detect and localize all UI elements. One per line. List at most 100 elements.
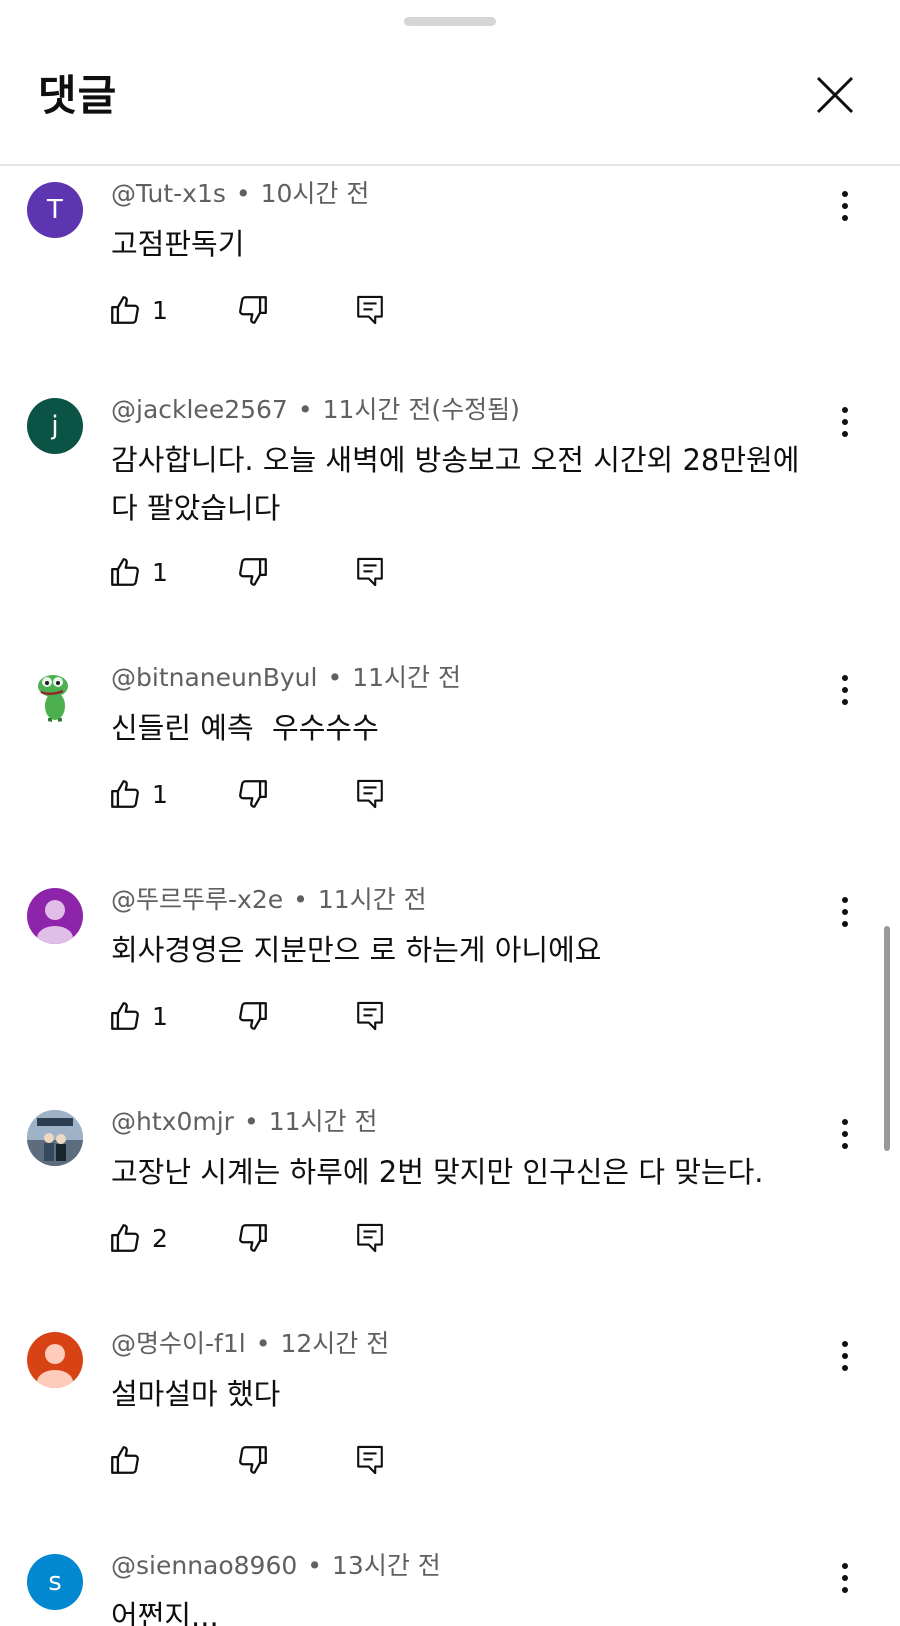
comments-sheet: 댓글 T @Tut-x1s • 10시간 전 고점판독기 1 j @jackle…	[0, 0, 900, 1626]
thumbs-up-icon	[111, 558, 139, 586]
like-button[interactable]: 2	[108, 1216, 168, 1260]
default-user-icon	[37, 900, 73, 944]
default-user-icon	[37, 1344, 73, 1388]
dislike-button[interactable]	[236, 1216, 270, 1260]
avatar[interactable]: T	[27, 182, 83, 238]
author-name[interactable]: @뚜르뚜루-x2e	[111, 885, 283, 914]
more-options-button[interactable]	[830, 890, 860, 934]
separator-dot: •	[235, 179, 251, 208]
comment-time[interactable]: 11시간 전(수정됨)	[323, 395, 520, 424]
dislike-button[interactable]	[236, 994, 270, 1038]
like-button[interactable]: 1	[108, 994, 168, 1038]
like-button[interactable]: 1	[108, 772, 168, 816]
frog-avatar-icon	[38, 675, 68, 722]
author-name[interactable]: @bitnaneunByul	[111, 663, 317, 692]
comment-time[interactable]: 12시간 전	[280, 1329, 389, 1358]
close-icon	[816, 76, 854, 114]
avatar[interactable]	[27, 1110, 83, 1166]
comment-text: 고점판독기	[111, 227, 245, 261]
comment-meta: @뚜르뚜루-x2e • 11시간 전	[111, 882, 427, 918]
separator-dot: •	[297, 395, 313, 424]
dislike-button[interactable]	[236, 1438, 270, 1482]
comment-time[interactable]: 11시간 전	[318, 885, 427, 914]
reply-button[interactable]	[354, 1438, 386, 1482]
avatar[interactable]: j	[27, 398, 83, 454]
thumbs-up-icon	[111, 1002, 139, 1030]
reply-icon	[357, 557, 383, 587]
comment-time[interactable]: 13시간 전	[332, 1551, 441, 1580]
thumbs-down-icon	[239, 1446, 267, 1474]
comment-text: 설마설마 했다	[111, 1377, 281, 1411]
thumbs-down-icon	[239, 296, 267, 324]
like-count: 1	[152, 557, 168, 587]
author-name[interactable]: @명수이-f1l	[111, 1329, 246, 1358]
reply-button[interactable]	[354, 994, 386, 1038]
like-button[interactable]: 1	[108, 288, 168, 332]
like-count: 1	[152, 779, 168, 809]
reply-button[interactable]	[354, 1216, 386, 1260]
more-options-button[interactable]	[830, 1334, 860, 1378]
comment-time[interactable]: 10시간 전	[261, 179, 370, 208]
comments-header: 댓글	[0, 0, 900, 166]
reply-icon	[357, 1001, 383, 1031]
dislike-button[interactable]	[236, 288, 270, 332]
reply-button[interactable]	[354, 772, 386, 816]
photo-avatar-icon	[27, 1110, 83, 1166]
dislike-button[interactable]	[236, 772, 270, 816]
page-title: 댓글	[38, 71, 118, 120]
like-count: 1	[152, 295, 168, 325]
separator-dot: •	[307, 1551, 323, 1580]
more-options-button[interactable]	[830, 400, 860, 444]
avatar[interactable]	[27, 1332, 83, 1388]
like-button[interactable]	[108, 1438, 152, 1482]
reply-icon	[357, 1223, 383, 1253]
thumbs-up-icon	[111, 1224, 139, 1252]
reply-icon	[357, 1445, 383, 1475]
like-count: 1	[152, 1001, 168, 1031]
author-name[interactable]: @siennao8960	[111, 1551, 297, 1580]
comment-meta: @htx0mjr • 11시간 전	[111, 1104, 377, 1140]
comment-text: 어쩐지...	[111, 1599, 219, 1626]
thumbs-up-icon	[111, 780, 139, 808]
reply-button[interactable]	[354, 550, 386, 594]
close-button[interactable]	[812, 72, 858, 118]
more-options-button[interactable]	[830, 1112, 860, 1156]
separator-dot: •	[327, 663, 343, 692]
comment-meta: @siennao8960 • 13시간 전	[111, 1548, 441, 1584]
thumbs-down-icon	[239, 780, 267, 808]
author-name[interactable]: @htx0mjr	[111, 1107, 234, 1136]
comment-text: 회사경영은 지분만으 로 하는게 아니에요	[111, 933, 602, 967]
author-name[interactable]: @Tut-x1s	[111, 179, 226, 208]
avatar[interactable]: s	[27, 1554, 83, 1610]
comment-time[interactable]: 11시간 전	[269, 1107, 378, 1136]
thumbs-down-icon	[239, 558, 267, 586]
comment-text: 감사합니다. 오늘 새벽에 방송보고 오전 시간외 28만원에 다 팔았습니다	[111, 443, 800, 525]
avatar-letter: T	[47, 195, 63, 225]
thumbs-down-icon	[239, 1224, 267, 1252]
dislike-button[interactable]	[236, 550, 270, 594]
comment-time[interactable]: 11시간 전	[352, 663, 461, 692]
separator-dot: •	[243, 1107, 259, 1136]
comment-meta: @Tut-x1s • 10시간 전	[111, 176, 369, 212]
scrollbar-thumb[interactable]	[884, 926, 890, 1151]
avatar[interactable]	[27, 888, 83, 944]
separator-dot: •	[255, 1329, 271, 1358]
comment-list: T @Tut-x1s • 10시간 전 고점판독기 1 j @jacklee25…	[0, 166, 900, 1626]
more-options-button[interactable]	[830, 668, 860, 712]
reply-button[interactable]	[354, 288, 386, 332]
comment-meta: @bitnaneunByul • 11시간 전	[111, 660, 461, 696]
comment-meta: @명수이-f1l • 12시간 전	[111, 1326, 389, 1362]
author-name[interactable]: @jacklee2567	[111, 395, 288, 424]
like-count: 2	[152, 1223, 168, 1253]
comment-meta: @jacklee2567 • 11시간 전(수정됨)	[111, 392, 520, 428]
separator-dot: •	[293, 885, 308, 914]
thumbs-down-icon	[239, 1002, 267, 1030]
comment-text: 고장난 시계는 하루에 2번 맞지만 인구신은 다 맞는다.	[111, 1155, 764, 1189]
more-options-button[interactable]	[830, 1556, 860, 1600]
avatar[interactable]	[27, 666, 83, 722]
avatar-letter: j	[51, 411, 59, 441]
like-button[interactable]: 1	[108, 550, 168, 594]
drag-handle[interactable]	[404, 17, 496, 26]
more-options-button[interactable]	[830, 184, 860, 228]
avatar-letter: s	[48, 1567, 62, 1597]
